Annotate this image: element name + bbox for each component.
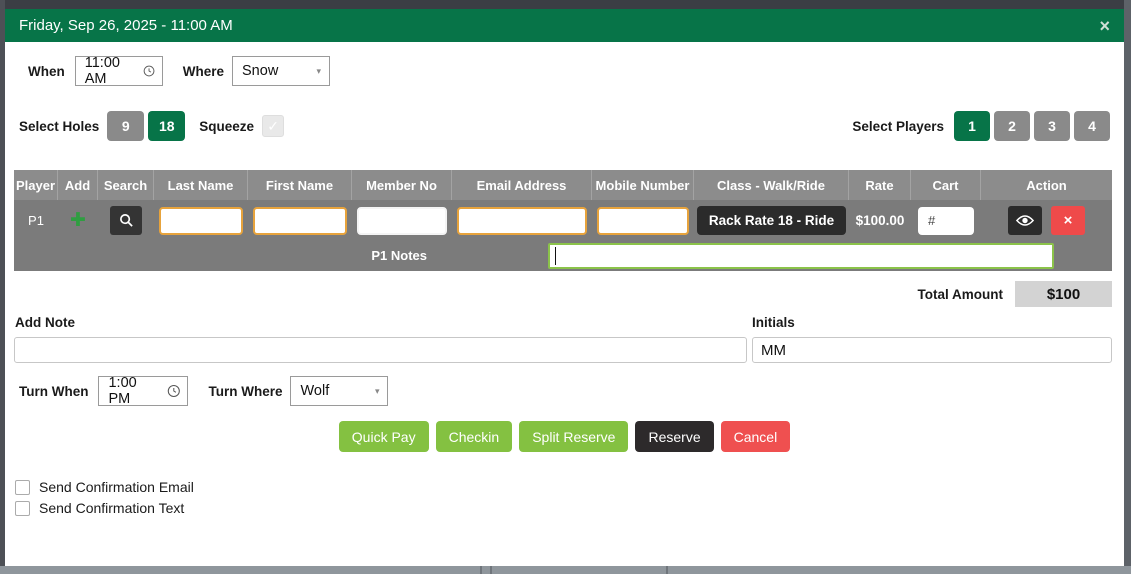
class-walk-ride-button[interactable]: Rack Rate 18 - Ride [696,206,847,235]
table-row: P1 ✚ Rack Rate 18 - Ride $100.00 # × [14,200,1112,241]
confirmation-email-row: Send Confirmation Email [15,479,194,495]
when-time-value: 11:00 AM [84,55,120,87]
turn-where-label: Turn Where [208,383,283,399]
dialog-header: Friday, Sep 26, 2025 - 11:00 AM × [5,9,1124,42]
rate-value: $100.00 [855,213,905,228]
players-3-button[interactable]: 3 [1034,111,1070,141]
backdrop-top [0,0,1131,9]
remove-player-button[interactable]: × [1051,206,1085,235]
check-icon: ✓ [267,117,279,134]
col-header-class: Class - Walk/Ride [694,170,849,200]
first-name-input[interactable] [253,206,347,235]
col-header-member-no: Member No [352,170,452,200]
col-header-action: Action [1026,177,1067,193]
turn-where-selected-value: Wolf [300,383,330,399]
p1-notes-input[interactable] [548,243,1054,269]
total-amount-value: $100 [1015,281,1112,307]
delete-icon: × [1063,212,1073,229]
background-table-line [490,566,492,574]
squeeze-checkbox[interactable]: ✓ [262,115,285,137]
turn-when-label: Turn When [19,383,89,399]
clock-icon [167,384,180,398]
send-confirmation-text-checkbox[interactable] [15,500,30,516]
eye-icon [1016,215,1034,226]
col-header-search: Search [98,170,154,200]
quick-pay-button[interactable]: Quick Pay [338,421,429,452]
player-id: P1 [28,213,44,228]
member-no-input[interactable] [357,206,447,235]
background-table-line [480,566,482,574]
total-amount-row: Total Amount $100 [5,281,1124,307]
select-holes-label: Select Holes [19,118,100,134]
col-header-cart: Cart [911,170,981,200]
table-header-row: Player Add Search Last Name First Name M… [14,170,1112,200]
turn-when-input[interactable]: 1:00 PM [98,375,189,407]
select-players-label: Select Players [852,118,944,134]
confirmation-text-row: Send Confirmation Text [15,500,184,516]
players-1-button[interactable]: 1 [954,111,990,141]
col-header-add: Add [58,170,98,200]
email-input[interactable] [457,206,587,235]
search-icon [119,214,133,227]
initials-label: Initials [752,315,795,330]
chevron-down-icon: ▾ [316,65,322,76]
holes-players-row: Select Holes 9 18 Squeeze ✓ Select Playe… [19,111,1110,141]
when-where-row: When 11:00 AM Where Snow ▾ [28,55,331,87]
clock-icon [143,65,155,77]
where-select[interactable]: Snow ▾ [232,56,331,86]
players-2-button[interactable]: 2 [994,111,1030,141]
add-player-icon[interactable]: ✚ [70,209,86,232]
when-time-input[interactable]: 11:00 AM [74,55,163,87]
chevron-down-icon: ▾ [374,385,380,396]
col-header-mobile: Mobile Number [592,170,694,200]
view-player-button[interactable] [1008,206,1042,235]
close-icon[interactable]: × [1099,17,1110,35]
add-note-label: Add Note [15,315,75,330]
where-label: Where [182,63,225,79]
squeeze-label: Squeeze [199,118,255,134]
send-confirmation-email-label: Send Confirmation Email [39,479,194,495]
background-table-line [666,566,668,574]
cancel-button[interactable]: Cancel [720,421,791,452]
add-note-input[interactable] [14,337,747,363]
col-header-last-name: Last Name [154,170,248,200]
col-header-rate: Rate [849,170,911,200]
turn-where-select[interactable]: Wolf ▾ [290,376,389,406]
col-header-email: Email Address [452,170,592,200]
total-amount-label: Total Amount [917,286,1003,302]
turn-when-value: 1:00 PM [108,375,137,407]
checkin-button[interactable]: Checkin [435,421,513,452]
player-notes-row: P1 Notes [14,241,1112,271]
players-4-button[interactable]: 4 [1074,111,1110,141]
split-reserve-button[interactable]: Split Reserve [519,421,629,452]
where-selected-value: Snow [242,63,279,79]
col-header-player: Player [14,170,58,200]
tee-time-reservation-dialog: Friday, Sep 26, 2025 - 11:00 AM × When 1… [5,9,1124,566]
player-table: Player Add Search Last Name First Name M… [14,170,1112,271]
turn-row: Turn When 1:00 PM Turn Where Wolf ▾ [19,375,389,407]
send-confirmation-text-label: Send Confirmation Text [39,500,185,516]
p1-notes-label: P1 Notes [371,248,427,263]
when-label: When [28,63,65,79]
mobile-input[interactable] [597,206,689,235]
cart-input[interactable] [918,206,974,235]
search-button[interactable] [110,206,142,235]
col-header-first-name: First Name [248,170,352,200]
backdrop-right [1124,0,1131,574]
send-confirmation-email-checkbox[interactable] [15,479,30,495]
text-caret [555,247,556,265]
last-name-input[interactable] [159,206,243,235]
reserve-button[interactable]: Reserve [635,421,714,452]
holes-9-button[interactable]: 9 [107,111,145,141]
backdrop-bottom [0,566,1131,574]
holes-18-button[interactable]: 18 [148,111,186,141]
initials-input[interactable] [752,337,1112,363]
dialog-title: Friday, Sep 26, 2025 - 11:00 AM [19,17,233,34]
action-buttons-row: Quick Pay Checkin Split Reserve Reserve … [5,421,1124,452]
